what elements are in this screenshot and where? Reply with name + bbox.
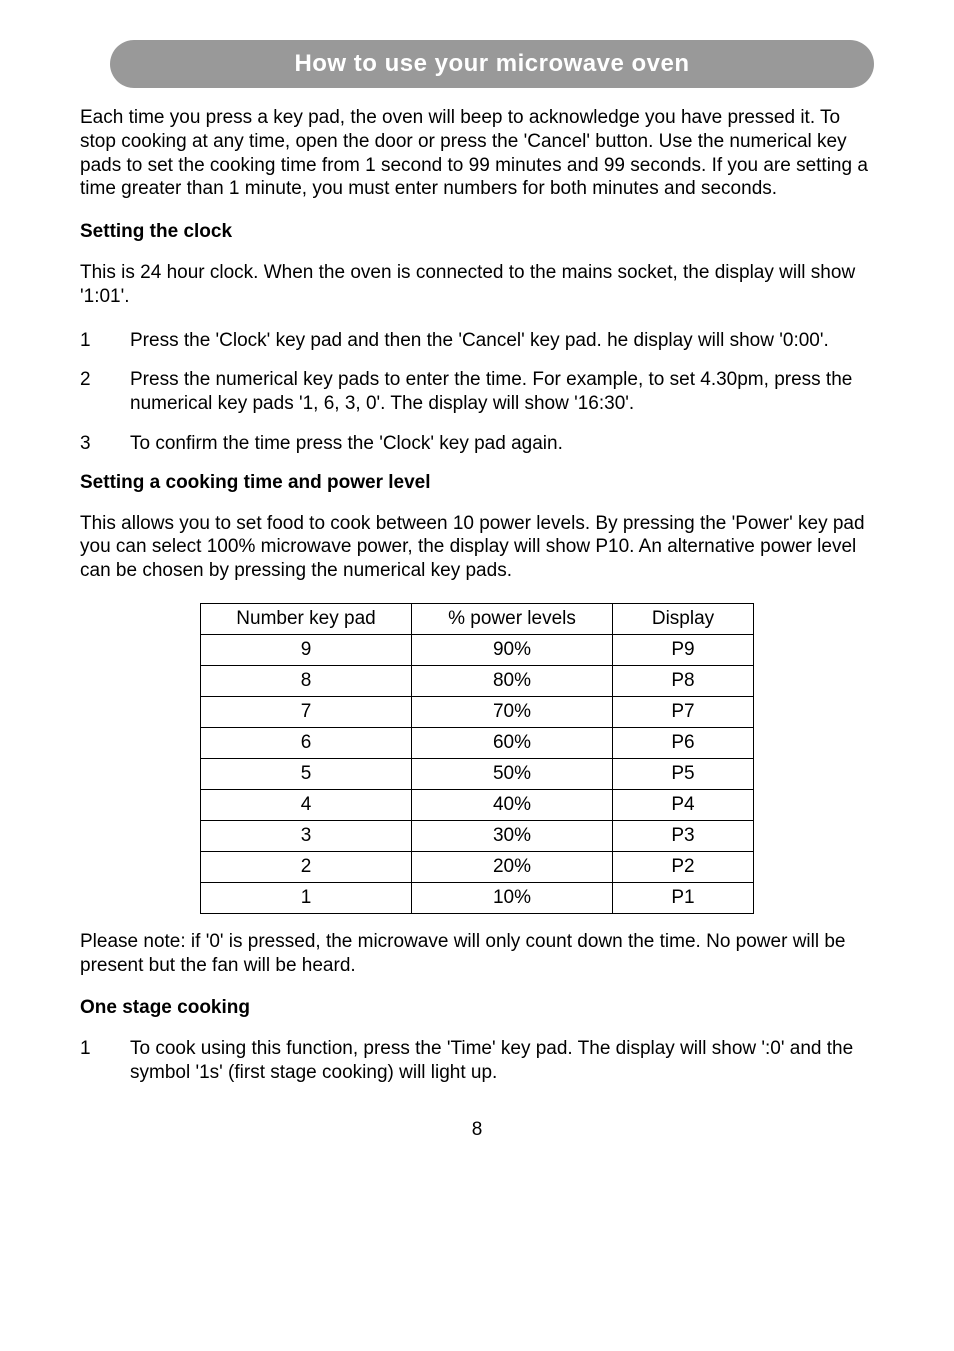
table-row: 2 20% P2	[201, 851, 754, 882]
cell-keypad: 4	[201, 789, 412, 820]
table-header-row: Number key pad % power levels Display	[201, 603, 754, 634]
cell-display: P5	[613, 758, 754, 789]
power-intro: This allows you to set food to cook betw…	[80, 512, 874, 583]
col-header-power: % power levels	[412, 603, 613, 634]
table-row: 7 70% P7	[201, 696, 754, 727]
table-row: 8 80% P8	[201, 665, 754, 696]
list-number: 3	[80, 432, 130, 456]
cell-keypad: 6	[201, 727, 412, 758]
cell-power: 40%	[412, 789, 613, 820]
list-number: 2	[80, 368, 130, 416]
power-note: Please note: if '0' is pressed, the micr…	[80, 930, 874, 978]
clock-intro: This is 24 hour clock. When the oven is …	[80, 261, 874, 309]
heading-one-stage: One stage cooking	[80, 997, 874, 1019]
table-row: 9 90% P9	[201, 634, 754, 665]
cell-power: 80%	[412, 665, 613, 696]
cell-power: 70%	[412, 696, 613, 727]
power-level-table: Number key pad % power levels Display 9 …	[200, 603, 754, 914]
cell-power: 50%	[412, 758, 613, 789]
cell-display: P4	[613, 789, 754, 820]
cell-power: 90%	[412, 634, 613, 665]
col-header-display: Display	[613, 603, 754, 634]
cell-display: P8	[613, 665, 754, 696]
cell-keypad: 2	[201, 851, 412, 882]
cell-display: P9	[613, 634, 754, 665]
list-text: To confirm the time press the 'Clock' ke…	[130, 432, 874, 456]
heading-setting-clock: Setting the clock	[80, 221, 874, 243]
list-item: 2 Press the numerical key pads to enter …	[80, 368, 874, 416]
cell-display: P1	[613, 882, 754, 913]
cell-power: 30%	[412, 820, 613, 851]
page-number: 8	[80, 1119, 874, 1141]
heading-power-level: Setting a cooking time and power level	[80, 472, 874, 494]
cell-keypad: 7	[201, 696, 412, 727]
cell-display: P7	[613, 696, 754, 727]
table-row: 5 50% P5	[201, 758, 754, 789]
document-page: How to use your microwave oven Each time…	[0, 0, 954, 1351]
cell-keypad: 9	[201, 634, 412, 665]
list-item: 3 To confirm the time press the 'Clock' …	[80, 432, 874, 456]
cell-display: P3	[613, 820, 754, 851]
cell-keypad: 5	[201, 758, 412, 789]
table-row: 6 60% P6	[201, 727, 754, 758]
list-number: 1	[80, 1037, 130, 1085]
table-row: 3 30% P3	[201, 820, 754, 851]
list-item: 1 To cook using this function, press the…	[80, 1037, 874, 1085]
cell-display: P6	[613, 727, 754, 758]
intro-paragraph: Each time you press a key pad, the oven …	[80, 106, 874, 201]
cell-keypad: 3	[201, 820, 412, 851]
list-text: To cook using this function, press the '…	[130, 1037, 874, 1085]
cell-power: 60%	[412, 727, 613, 758]
table-row: 1 10% P1	[201, 882, 754, 913]
table-row: 4 40% P4	[201, 789, 754, 820]
list-number: 1	[80, 329, 130, 353]
list-text: Press the 'Clock' key pad and then the '…	[130, 329, 874, 353]
banner-title: How to use your microwave oven	[294, 50, 689, 77]
section-banner: How to use your microwave oven	[110, 40, 874, 88]
list-text: Press the numerical key pads to enter th…	[130, 368, 874, 416]
cell-power: 10%	[412, 882, 613, 913]
cell-power: 20%	[412, 851, 613, 882]
cell-keypad: 1	[201, 882, 412, 913]
cell-keypad: 8	[201, 665, 412, 696]
cell-display: P2	[613, 851, 754, 882]
list-item: 1 Press the 'Clock' key pad and then the…	[80, 329, 874, 353]
col-header-keypad: Number key pad	[201, 603, 412, 634]
